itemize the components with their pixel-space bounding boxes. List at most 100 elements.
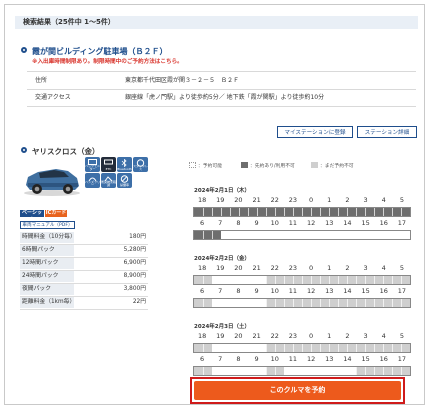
bullet-icon: [21, 147, 27, 153]
slot-divider: [392, 367, 393, 375]
hour-label: 19: [216, 332, 225, 340]
slot-divider: [311, 231, 312, 239]
hour-label: 16: [379, 287, 388, 295]
hour-label: 18: [197, 264, 207, 272]
parking-notice[interactable]: ※入出庫時間制限あり。制限時間中のご予約方法はこちら。: [32, 57, 183, 65]
hour-label: 21: [252, 196, 261, 204]
hour-label: 3: [363, 264, 368, 272]
slot-divider: [302, 367, 303, 375]
hour-label: 8: [236, 355, 241, 363]
address-row: 住所 東京都千代田区霞が関３－２－５ Ｂ２Ｆ: [27, 71, 416, 90]
availability-bar[interactable]: [193, 275, 411, 285]
hour-label: 0: [309, 196, 314, 204]
slot-divider: [374, 367, 375, 375]
availability-bar[interactable]: [193, 343, 411, 353]
parking-name[interactable]: 霞が関ビルディング駐車場（Ｂ２Ｆ）: [32, 46, 167, 57]
slot-divider: [257, 367, 258, 375]
slot-divider: [347, 367, 348, 375]
reserve-car-button[interactable]: このクルマを予約: [194, 381, 401, 400]
slot-divider: [248, 208, 249, 216]
hour-label: 17: [397, 287, 407, 295]
slot-divider: [374, 344, 375, 352]
slot-divider: [365, 344, 366, 352]
slot-divider: [293, 276, 294, 284]
availability-bar[interactable]: [193, 207, 411, 217]
slot-divider: [257, 344, 258, 352]
station-detail-button[interactable]: ステーション詳細: [357, 126, 417, 138]
slot-divider: [338, 299, 339, 307]
hour-label: 8: [236, 287, 241, 295]
slot-divider: [293, 299, 294, 307]
availability-bar[interactable]: [193, 230, 411, 240]
hour-label: 3: [363, 332, 368, 340]
slot-divider: [401, 367, 402, 375]
slot-divider: [329, 299, 330, 307]
price-row: 夜間パック 3,800円: [20, 284, 148, 297]
slot-divider: [230, 276, 231, 284]
slot-divider: [311, 276, 312, 284]
slot-divider: [266, 276, 267, 284]
hour-label: 7: [218, 355, 223, 363]
hour-label: 16: [379, 355, 388, 363]
slot-divider: [221, 344, 222, 352]
back-monitor-icon: バックモニター: [85, 157, 100, 172]
iccard-tag: ICカード: [45, 210, 67, 217]
slot-divider: [383, 344, 384, 352]
availability-bar[interactable]: [193, 298, 411, 308]
slot-divider: [347, 276, 348, 284]
hour-label: 5: [399, 196, 404, 204]
slot-divider: [383, 367, 384, 375]
slot-divider: [275, 367, 276, 375]
hour-label: 4: [381, 196, 386, 204]
hour-label: 14: [343, 355, 352, 363]
slot-divider: [401, 208, 402, 216]
hour-label: 10: [270, 219, 279, 227]
slot-divider: [284, 231, 285, 239]
slot-divider: [221, 231, 222, 239]
slot-divider: [257, 231, 258, 239]
slot-divider: [356, 344, 357, 352]
slot-divider: [275, 231, 276, 239]
slot-divider: [356, 299, 357, 307]
hour-label: 8: [236, 219, 241, 227]
slot-divider: [203, 344, 204, 352]
price-row: 6時間パック 5,280円: [20, 245, 148, 258]
schedule-date: 2024年2月1日（木）: [194, 188, 250, 194]
slot-divider: [365, 231, 366, 239]
slot-divider: [293, 231, 294, 239]
hour-label: 21: [252, 264, 261, 272]
register-station-button[interactable]: マイステーションに登録: [277, 126, 353, 138]
slot-divider: [320, 276, 321, 284]
hour-label: 22: [270, 264, 279, 272]
slot-divider: [239, 367, 240, 375]
slot-divider: [329, 208, 330, 216]
available-swatch: [189, 162, 196, 168]
hour-label: 11: [288, 355, 298, 363]
hour-label: 2: [345, 264, 350, 272]
hour-label: 6: [200, 287, 205, 295]
no-smoking-icon: 禁煙車: [117, 173, 132, 188]
slot-divider: [365, 367, 366, 375]
car-name: ヤリスクロス（金）: [32, 147, 100, 156]
slot-divider: [320, 231, 321, 239]
vehicle-manual-button[interactable]: 車両マニュアル（PDF）: [20, 221, 75, 229]
slot-divider: [392, 299, 393, 307]
hour-label: 17: [397, 219, 407, 227]
hour-label: 12: [306, 219, 316, 227]
hour-label: 2: [345, 332, 350, 340]
slot-divider: [239, 344, 240, 352]
availability-bar[interactable]: [193, 366, 411, 376]
handsfree-icon: ハンズフリー: [85, 173, 100, 188]
slot-divider: [221, 367, 222, 375]
slot-divider: [239, 231, 240, 239]
slot-divider: [401, 276, 402, 284]
slot-divider: [248, 344, 249, 352]
slot-divider: [230, 367, 231, 375]
slot-divider: [347, 231, 348, 239]
slot-divider: [212, 231, 213, 239]
slot-divider: [203, 276, 204, 284]
hour-label: 16: [379, 219, 388, 227]
slot-divider: [383, 276, 384, 284]
bluetooth-icon: Bluetooth: [117, 157, 132, 172]
slot-divider: [302, 276, 303, 284]
